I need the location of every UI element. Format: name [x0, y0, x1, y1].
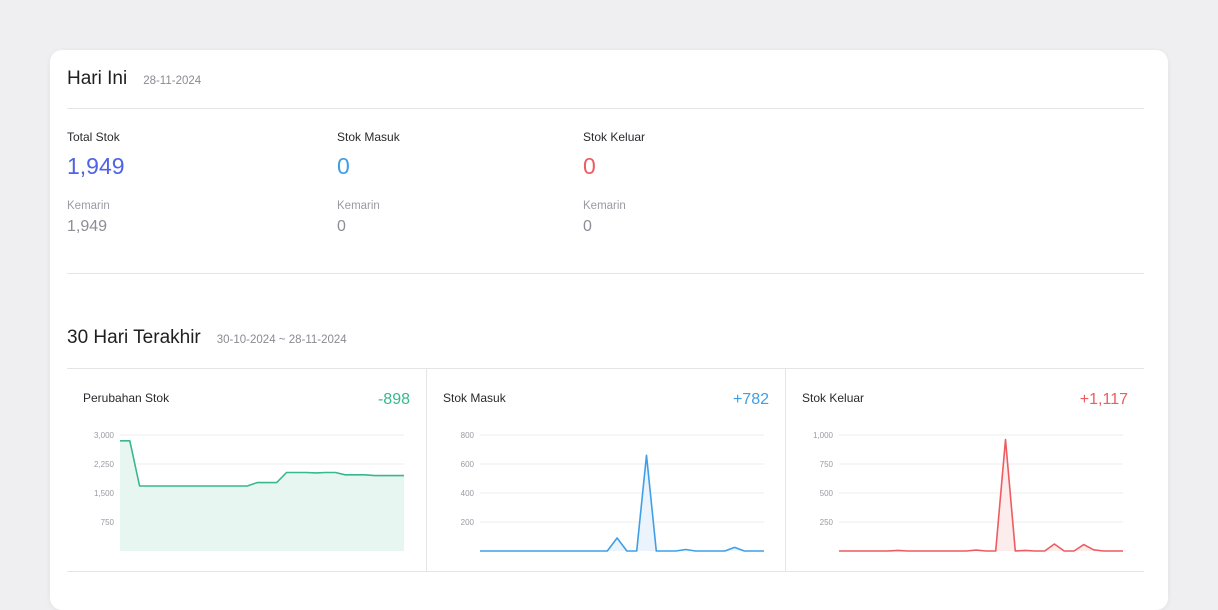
series-line	[480, 454, 764, 552]
chart-title: Stok Masuk	[443, 391, 506, 405]
stat-prev-label: Kemarin	[583, 200, 626, 212]
stat-label: Stok Keluar	[583, 130, 646, 144]
stat-prev-value: 1,949	[67, 218, 108, 235]
series-area	[480, 455, 764, 551]
y-tick-label: 2,250	[94, 460, 115, 469]
chart-total: +1,117	[1079, 391, 1128, 408]
stat-stok-keluar: Stok Keluar 0 Kemarin 0	[583, 130, 645, 236]
chart-grid: Perubahan Stok -898 750 1,500 2,250 3,000 S…	[67, 368, 1144, 572]
stat-value: 0	[583, 153, 596, 179]
chart-panel-stok-keluar: Stok Keluar +1,117 250 500 750 1,000	[785, 369, 1144, 572]
stat-prev-label: Kemarin	[67, 200, 110, 212]
stat-label: Total Stok	[67, 130, 120, 144]
chart-total: -898	[377, 391, 410, 408]
series-area	[120, 440, 404, 551]
series-line	[839, 438, 1123, 552]
last30-title: 30 Hari Terakhir	[67, 327, 201, 348]
last30-header: 30 Hari Terakhir 30-10-2024 ~ 28-11-2024	[67, 327, 347, 349]
y-tick-label: 3,000	[94, 431, 115, 440]
y-tick-label: 500	[820, 489, 834, 498]
stat-value: 0	[337, 153, 350, 179]
y-tick-label: 250	[820, 518, 834, 527]
chart-total: +782	[732, 391, 769, 408]
last30-range: 30-10-2024 ~ 28-11-2024	[216, 334, 347, 346]
y-tick-label: 750	[820, 460, 834, 469]
chart-svg: 250 500 750 1,000	[813, 431, 1123, 552]
y-tick-label: 750	[101, 518, 115, 527]
chart-title: Perubahan Stok	[83, 391, 170, 405]
divider	[67, 273, 1144, 274]
stat-stok-masuk: Stok Masuk 0 Kemarin 0	[337, 130, 400, 236]
today-date: 28-11-2024	[143, 75, 202, 87]
stat-prev-label: Kemarin	[337, 200, 380, 212]
y-tick-label: 200	[461, 518, 475, 527]
stat-total-stok: Total Stok 1,949 Kemarin 1,949	[67, 130, 125, 236]
dashboard-card: Hari Ini 28-11-2024 Total Stok 1,949 Kem…	[50, 50, 1168, 610]
chart-svg: 200 400 600 800	[461, 431, 764, 552]
series-area	[839, 439, 1123, 551]
y-tick-label: 1,500	[94, 489, 115, 498]
y-tick-label: 600	[461, 460, 475, 469]
stat-prev-value: 0	[583, 218, 592, 235]
chart-panel-stok-masuk: Stok Masuk +782 200 400 600 800	[426, 369, 785, 572]
stat-label: Stok Masuk	[337, 130, 400, 144]
divider	[67, 108, 1144, 109]
stat-value: 1,949	[67, 153, 125, 179]
chart-panel-perubahan-stok: Perubahan Stok -898 750 1,500 2,250 3,000	[67, 369, 426, 572]
chart-svg: 750 1,500 2,250 3,000	[94, 431, 404, 551]
y-tick-label: 1,000	[813, 431, 834, 440]
chart-title: Stok Keluar	[802, 391, 865, 405]
y-tick-label: 800	[461, 431, 475, 440]
today-header: Hari Ini 28-11-2024	[67, 68, 201, 90]
stat-prev-value: 0	[337, 218, 346, 235]
y-tick-label: 400	[461, 489, 475, 498]
today-title: Hari Ini	[67, 68, 128, 89]
